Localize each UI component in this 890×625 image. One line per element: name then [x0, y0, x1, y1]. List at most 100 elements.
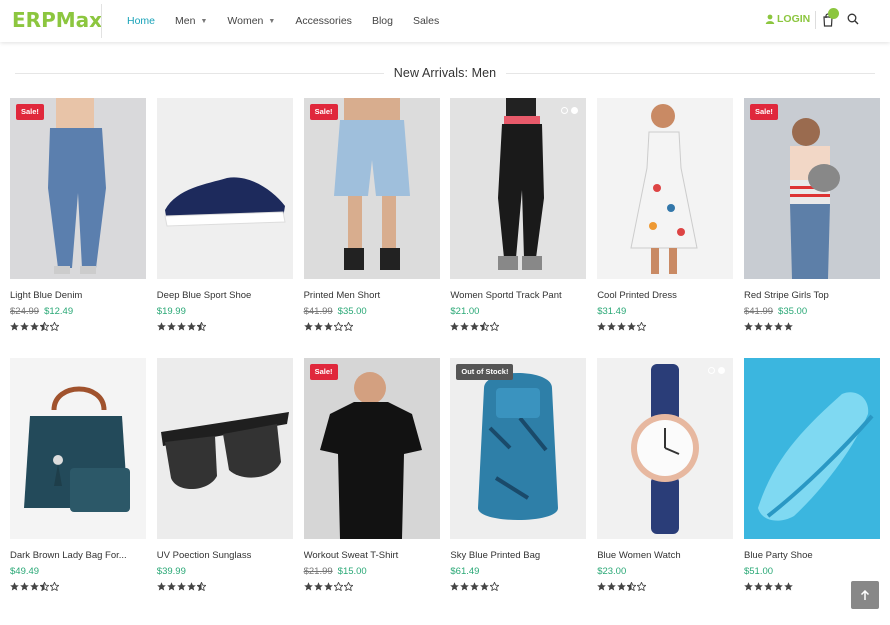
star-rating: [156, 322, 293, 332]
nav-sales-label: Sales: [412, 15, 440, 27]
nav-men[interactable]: Men ▼: [175, 15, 207, 27]
star-icon: [50, 582, 59, 591]
carousel-dot[interactable]: [708, 367, 716, 374]
current-price: $31.49: [597, 306, 627, 317]
nav-sales[interactable]: Sales: [413, 15, 439, 27]
product-name[interactable]: Dark Brown Lady Bag For...: [10, 550, 146, 562]
star-icon: [617, 582, 626, 591]
product-name[interactable]: Deep Blue Sport Shoe: [157, 290, 293, 302]
old-price: $41.99: [743, 306, 774, 317]
login-button[interactable]: LOGIN: [765, 13, 810, 25]
product-card[interactable]: Deep Blue Sport Shoe $19.99: [156, 98, 293, 358]
star-icon: [744, 582, 753, 591]
product-name[interactable]: Sky Blue Printed Bag: [450, 550, 586, 562]
current-price: $35.00: [337, 306, 367, 317]
product-price: $51.00: [744, 566, 880, 578]
star-icon: [597, 322, 606, 331]
product-image[interactable]: [597, 358, 734, 539]
product-image[interactable]: Sale!: [743, 98, 880, 279]
product-name[interactable]: Workout Sweat T-Shirt: [304, 550, 440, 562]
logo-text: ERPMax: [12, 8, 103, 32]
star-icon: [40, 582, 49, 591]
star-rating: [450, 582, 586, 592]
product-image[interactable]: Sale!: [303, 98, 440, 279]
nav-home[interactable]: Home: [127, 15, 155, 27]
product-image[interactable]: [10, 358, 146, 539]
product-image[interactable]: [743, 358, 880, 539]
product-card[interactable]: Sale! Printed Men Short $41.99 $35.00: [303, 98, 440, 358]
nav-women[interactable]: Women ▼: [227, 15, 275, 27]
nav-blog[interactable]: Blog: [372, 15, 393, 27]
product-card[interactable]: Sale! Workout Sweat T-Shirt $21.99 $15.00: [303, 358, 440, 618]
bag-icon: [24, 386, 130, 512]
product-card[interactable]: Sale! Red Stripe Girls Top $41.99 $35.00: [743, 98, 880, 358]
out-of-stock-badge: Out of Stock!: [456, 364, 514, 380]
product-image[interactable]: Sale!: [10, 98, 146, 279]
logo[interactable]: ERPMax: [12, 9, 102, 31]
current-price: $19.99: [156, 306, 186, 317]
product-name[interactable]: UV Poection Sunglass: [157, 550, 293, 562]
product-image[interactable]: Sale!: [303, 358, 440, 539]
product-price: $41.99 $35.00: [304, 306, 440, 318]
star-icon: [784, 322, 793, 331]
product-card[interactable]: Dark Brown Lady Bag For... $49.49: [10, 358, 146, 618]
cart-count-badge: [828, 8, 839, 19]
product-card[interactable]: Sale! Light Blue Denim $24.99 $12.49: [10, 98, 146, 358]
main-nav: Home Men ▼ Women ▼ Accessories Blog Sales: [127, 0, 459, 42]
backpack-icon: [478, 373, 559, 520]
product-image[interactable]: [156, 98, 293, 279]
product-image[interactable]: [450, 98, 587, 279]
product-card[interactable]: Women Sportd Track Pant $21.00: [450, 98, 587, 358]
star-icon: [480, 582, 490, 591]
product-price: $21.99 $15.00: [304, 566, 440, 578]
product-name[interactable]: Light Blue Denim: [10, 290, 146, 302]
product-name[interactable]: Women Sportd Track Pant: [450, 290, 586, 302]
product-name[interactable]: Red Stripe Girls Top: [744, 290, 880, 302]
product-card[interactable]: Blue Women Watch $23.00: [597, 358, 734, 618]
star-icon: [343, 322, 353, 331]
star-icon: [460, 582, 470, 591]
back-to-top-button[interactable]: [851, 581, 879, 609]
watch-icon: [631, 364, 700, 534]
carousel-dot-active[interactable]: [718, 367, 726, 374]
section-heading: New Arrivals: Men: [15, 63, 876, 83]
star-icon: [470, 582, 480, 591]
product-image[interactable]: [156, 358, 293, 539]
nav-accessories[interactable]: Accessories: [295, 15, 352, 27]
current-price: $39.99: [156, 566, 186, 577]
sunglass-icon: [160, 412, 289, 490]
login-label: LOGIN: [777, 13, 811, 25]
product-name[interactable]: Cool Printed Dress: [597, 290, 733, 302]
star-icon: [30, 322, 39, 331]
star-icon: [176, 322, 186, 331]
star-icon: [30, 582, 39, 591]
star-icon: [607, 322, 616, 331]
old-price: $24.99: [10, 306, 40, 317]
image-carousel-dots[interactable]: [558, 107, 579, 114]
product-image[interactable]: Out of Stock!: [450, 358, 587, 539]
dress-icon: [630, 104, 698, 274]
star-icon: [637, 582, 647, 591]
star-icon: [754, 322, 763, 331]
search-icon[interactable]: [847, 13, 859, 25]
carousel-dot-active[interactable]: [571, 107, 579, 114]
jeans-icon: [48, 98, 106, 274]
product-name[interactable]: Blue Party Shoe: [744, 550, 880, 562]
product-card[interactable]: Blue Party Shoe $51.00: [743, 358, 880, 618]
star-rating: [156, 582, 293, 592]
product-image[interactable]: [597, 98, 734, 279]
star-icon: [480, 322, 490, 331]
carousel-dot[interactable]: [561, 107, 569, 114]
star-icon: [313, 322, 323, 331]
product-name[interactable]: Printed Men Short: [304, 290, 440, 302]
product-card[interactable]: Cool Printed Dress $31.49: [597, 98, 734, 358]
old-price: $21.99: [303, 566, 333, 577]
product-card[interactable]: UV Poection Sunglass $39.99: [156, 358, 293, 618]
heading-rule-right: [506, 72, 876, 74]
product-card[interactable]: Out of Stock! Sky Blue Printed Bag $61.49: [450, 358, 587, 618]
chevron-down-icon: ▼: [200, 17, 208, 25]
product-name[interactable]: Blue Women Watch: [597, 550, 733, 562]
image-carousel-dots[interactable]: [705, 367, 726, 374]
shoe-icon: [164, 177, 286, 227]
star-icon: [10, 322, 19, 331]
